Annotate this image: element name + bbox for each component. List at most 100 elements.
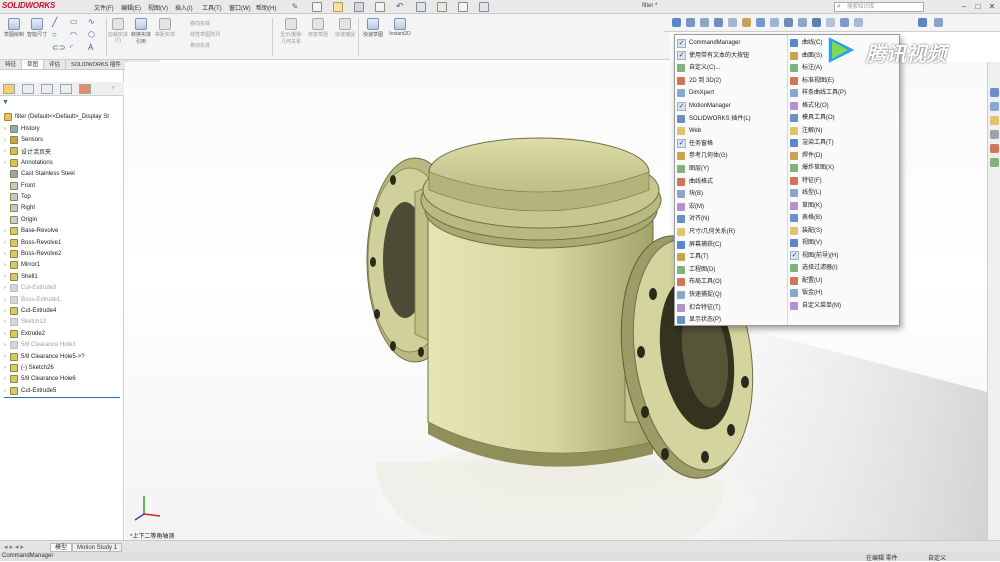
menu-insert[interactable]: 插入(I) bbox=[175, 3, 193, 12]
print-icon[interactable] bbox=[375, 2, 385, 12]
minimize-button[interactable]: – bbox=[958, 1, 970, 12]
convert-entities-button[interactable]: 转换实体引用 bbox=[130, 18, 152, 45]
menu-item[interactable]: SOLIDWORKS 插件(L) bbox=[677, 113, 785, 125]
menu-item[interactable]: 格式化(O) bbox=[790, 100, 898, 112]
menu-item[interactable]: 焊件(D) bbox=[790, 150, 898, 162]
orient-icon[interactable] bbox=[798, 18, 807, 27]
design-library-icon[interactable] bbox=[990, 116, 999, 125]
zoom-icon[interactable] bbox=[672, 18, 681, 27]
menu-item[interactable]: 装配(S) bbox=[790, 225, 898, 237]
repair-sketch-button[interactable]: 修复草图 bbox=[306, 18, 330, 38]
lights-icon[interactable] bbox=[826, 18, 835, 27]
tab-features[interactable]: 特征 bbox=[0, 60, 23, 69]
tree-item[interactable]: › 设计活页夹 bbox=[4, 146, 51, 157]
custom-properties-icon[interactable] bbox=[990, 158, 999, 167]
tree-item[interactable]: › Cut-Extrude3 bbox=[4, 283, 56, 294]
menu-window[interactable]: 窗口(W) bbox=[229, 3, 251, 12]
slot-icon[interactable]: ⊂⊃ bbox=[52, 43, 65, 52]
tab-scroll-arrows-icon[interactable]: ◂ ▸ ◂ ▸ bbox=[4, 543, 24, 551]
tree-item[interactable]: › 5/8 Clearance Hole3 bbox=[4, 340, 76, 351]
camera-icon[interactable] bbox=[784, 18, 793, 27]
text-icon[interactable]: A bbox=[88, 43, 93, 52]
sketch-button[interactable]: 草图绘制 bbox=[4, 18, 24, 38]
menu-item[interactable]: 工程图(D) bbox=[677, 264, 785, 276]
display-relations-button[interactable]: 显示/删除几何关系 bbox=[278, 18, 304, 45]
polygon-icon[interactable]: ⬡ bbox=[88, 30, 95, 39]
fillet-icon[interactable]: ◜ bbox=[70, 43, 73, 52]
close-button[interactable]: ✕ bbox=[986, 1, 998, 12]
tree-item[interactable]: › Cut-Extrude5 bbox=[4, 385, 56, 396]
open-folder-icon[interactable] bbox=[333, 2, 343, 12]
select-arrow-icon[interactable] bbox=[416, 2, 426, 12]
tree-item[interactable]: Top bbox=[4, 191, 31, 202]
pin-icon[interactable]: ✎ bbox=[290, 2, 300, 12]
move-entities-item[interactable]: 移动实体 bbox=[190, 42, 270, 53]
tree-root[interactable]: filter (Default<<Default>_Display St bbox=[4, 111, 109, 122]
file-properties-icon[interactable] bbox=[458, 2, 468, 12]
menu-item[interactable]: 自定义菜单(M) bbox=[790, 300, 898, 312]
tree-item[interactable]: › Cut-Extrude4 bbox=[4, 305, 56, 316]
tree-item[interactable]: Origin bbox=[4, 214, 37, 225]
menu-view[interactable]: 视图(V) bbox=[148, 3, 168, 12]
tree-item[interactable]: › 5/8 Clearance Hole6 bbox=[4, 374, 76, 385]
menu-item[interactable]: 自定义(C)... bbox=[677, 62, 785, 74]
tree-item[interactable]: Cast Stainless Steel bbox=[4, 169, 75, 180]
linear-pattern-item[interactable]: 线性草图阵列 bbox=[190, 31, 270, 42]
menu-item[interactable]: 爆炸草图(X) bbox=[790, 162, 898, 174]
tree-item[interactable]: › Sensors bbox=[4, 134, 43, 145]
appearance-icon[interactable] bbox=[742, 18, 751, 27]
trim-entities-button[interactable]: 剪裁实体(T) bbox=[108, 18, 128, 44]
tree-item[interactable]: › Mirror1 bbox=[4, 260, 40, 271]
menu-item[interactable]: 工具(T) bbox=[677, 251, 785, 263]
menu-item[interactable]: 模具工具(O) bbox=[790, 112, 898, 124]
menu-item[interactable]: ✓ CommandManager bbox=[677, 37, 785, 49]
menu-item[interactable]: 视图(V) bbox=[790, 237, 898, 249]
line-icon[interactable]: ╱ bbox=[52, 17, 57, 28]
menu-item[interactable]: 显示状态(P) bbox=[677, 314, 785, 326]
menu-item[interactable]: 注解(N) bbox=[790, 125, 898, 137]
view-settings-icon[interactable] bbox=[770, 18, 779, 27]
realview-icon[interactable] bbox=[840, 18, 849, 27]
menu-item[interactable]: 布局工具(O) bbox=[677, 276, 785, 288]
menu-item[interactable]: ✓ 视图(前导)(H) bbox=[790, 250, 898, 262]
tree-item[interactable]: › Boss-Extrude1 bbox=[4, 294, 60, 305]
menu-edit[interactable]: 编辑(E) bbox=[121, 3, 141, 12]
feature-tree-tab-icon[interactable] bbox=[3, 84, 15, 94]
options-icon[interactable] bbox=[918, 18, 927, 27]
tab-evaluate[interactable]: 评估 bbox=[44, 60, 67, 69]
circle-icon[interactable]: ○ bbox=[52, 30, 57, 39]
menu-item[interactable]: 配置(U) bbox=[790, 275, 898, 287]
configuration-manager-tab-icon[interactable] bbox=[41, 84, 53, 94]
home-icon[interactable] bbox=[990, 88, 999, 97]
shadows-icon[interactable] bbox=[854, 18, 863, 27]
solidworks-logo[interactable]: SOLIDWORKS bbox=[2, 1, 55, 13]
section-icon[interactable] bbox=[714, 18, 723, 27]
menu-item[interactable]: 草图(K) bbox=[790, 200, 898, 212]
spline-icon[interactable]: ∿ bbox=[88, 17, 95, 26]
menu-item[interactable]: 2D 到 3D(2) bbox=[677, 75, 785, 87]
tab-motion-study[interactable]: Motion Study 1 bbox=[72, 543, 123, 552]
menu-item[interactable]: 标准视图(E) bbox=[790, 75, 898, 87]
property-manager-tab-icon[interactable] bbox=[22, 84, 34, 94]
tree-filter[interactable]: ▼ bbox=[2, 99, 120, 107]
tree-item[interactable]: › Boss-Revolve1 bbox=[4, 237, 61, 248]
tree-item[interactable]: › Extrude2 bbox=[4, 328, 45, 339]
menu-tools[interactable]: 工具(T) bbox=[202, 3, 222, 12]
menu-item[interactable]: 特征(F) bbox=[790, 175, 898, 187]
menu-help[interactable]: 帮助(H) bbox=[256, 3, 276, 12]
menu-item[interactable]: 渲染工具(T) bbox=[790, 137, 898, 149]
menu-item[interactable]: 参考几何体(G) bbox=[677, 150, 785, 162]
rebuild-icon[interactable] bbox=[437, 2, 447, 12]
menu-item[interactable]: 样条曲线工具(P) bbox=[790, 87, 898, 99]
menu-item[interactable]: 宏(M) bbox=[677, 201, 785, 213]
tree-item[interactable]: Right bbox=[4, 203, 35, 214]
options-gear-icon[interactable] bbox=[479, 2, 489, 12]
tree-item[interactable]: Front bbox=[4, 180, 35, 191]
tab-model[interactable]: 模型 bbox=[50, 543, 73, 552]
menu-item[interactable]: ✓ 任务窗格 bbox=[677, 138, 785, 150]
arc-icon[interactable]: ◠ bbox=[70, 30, 77, 39]
save-icon[interactable] bbox=[354, 2, 364, 12]
tree-item[interactable]: › Annotations bbox=[4, 157, 53, 168]
menu-item[interactable]: ✓ 使用带有文本的大按钮 bbox=[677, 50, 785, 62]
mirror-entities-item[interactable]: 镜向实体 bbox=[190, 20, 270, 31]
